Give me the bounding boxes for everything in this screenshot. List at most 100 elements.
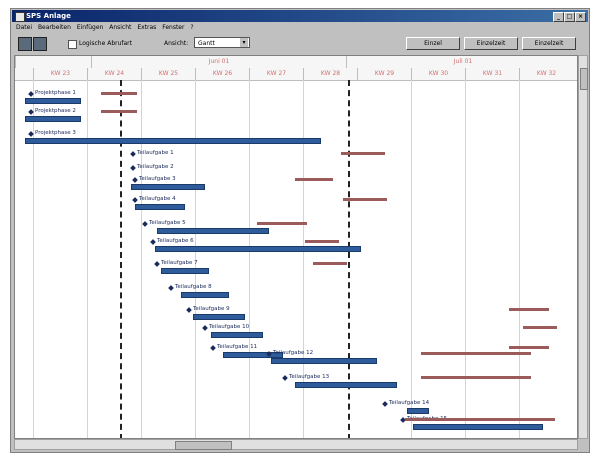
task-actual-bar[interactable]: [523, 326, 557, 329]
vertical-scroll-thumb[interactable]: [580, 68, 588, 90]
week-cell: KW 27: [249, 68, 303, 80]
task-label: Teilaufgabe 4: [139, 196, 176, 202]
task-label: Teilaufgabe 5: [149, 220, 186, 226]
menu-item[interactable]: Bearbeiten: [38, 23, 71, 33]
task-plan-bar[interactable]: [413, 424, 543, 430]
task-actual-bar[interactable]: [343, 198, 387, 201]
task-actual-bar[interactable]: [101, 92, 137, 95]
task-label: Teilaufgabe 3: [139, 176, 176, 182]
task-expand-icon[interactable]: [130, 165, 136, 171]
horizontal-scroll-thumb[interactable]: [175, 441, 232, 450]
task-plan-bar[interactable]: [295, 382, 397, 388]
task-expand-icon[interactable]: [382, 401, 388, 407]
task-expand-icon[interactable]: [142, 221, 148, 227]
task-actual-bar[interactable]: [257, 222, 307, 225]
task-plan-bar[interactable]: [271, 358, 377, 364]
week-gridline: [87, 80, 88, 438]
toolbar-grid-icon[interactable]: [18, 37, 32, 51]
task-plan-bar[interactable]: [131, 184, 205, 190]
week-cell: KW 23: [33, 68, 87, 80]
task-expand-icon[interactable]: [132, 197, 138, 203]
task-plan-bar[interactable]: [407, 408, 429, 414]
week-cell: KW 26: [195, 68, 249, 80]
week-cell: KW 30: [411, 68, 465, 80]
task-label: Teilaufgabe 12: [273, 350, 314, 356]
task-expand-icon[interactable]: [130, 151, 136, 157]
week-cell: KW 28: [303, 68, 357, 80]
task-plan-bar[interactable]: [25, 116, 81, 122]
task-plan-bar[interactable]: [161, 268, 209, 274]
task-actual-bar[interactable]: [101, 110, 137, 113]
task-actual-bar[interactable]: [509, 308, 549, 311]
menu-item[interactable]: Extras: [137, 23, 156, 33]
menu-item[interactable]: Fenster: [162, 23, 184, 33]
view-select-label: Ansicht:: [164, 40, 189, 47]
task-label: Teilaufgabe 14: [389, 400, 430, 406]
timeline-blank-cell: [15, 56, 91, 68]
window-title: SPS Anlage: [26, 12, 71, 20]
task-label: Projektphase 1: [35, 90, 76, 96]
task-expand-icon[interactable]: [202, 325, 208, 331]
task-actual-bar[interactable]: [295, 178, 333, 181]
task-expand-icon[interactable]: [150, 239, 156, 245]
view-select[interactable]: Gantt: [194, 37, 250, 48]
week-cell: KW 29: [357, 68, 411, 80]
week-gridline: [249, 80, 250, 438]
menu-item[interactable]: Einfügen: [77, 23, 103, 33]
view-select-value: Gantt: [198, 40, 215, 47]
logical-order-checkbox[interactable]: [68, 40, 77, 49]
today-marker-line: [120, 80, 122, 438]
task-label: Teilaufgabe 1: [137, 150, 174, 156]
task-plan-bar[interactable]: [155, 246, 361, 252]
task-plan-bar[interactable]: [157, 228, 269, 234]
week-cell: KW 31: [465, 68, 519, 80]
close-icon[interactable]: ×: [575, 12, 586, 22]
task-label: Teilaufgabe 8: [175, 284, 212, 290]
task-label: Teilaufgabe 11: [217, 344, 258, 350]
task-label: Teilaufgabe 13: [289, 374, 330, 380]
toolbar-settings-icon[interactable]: [33, 37, 47, 51]
task-actual-bar[interactable]: [421, 376, 531, 379]
week-cell: KW 32: [519, 68, 573, 80]
toolbar-button-1[interactable]: Einzel: [406, 37, 460, 50]
task-plan-bar[interactable]: [25, 138, 321, 144]
menu-item[interactable]: ?: [190, 23, 193, 33]
week-gridline: [465, 80, 466, 438]
task-expand-icon[interactable]: [210, 345, 216, 351]
task-label: Teilaufgabe 7: [161, 260, 198, 266]
toolbar-button-3[interactable]: Einzelzeit: [522, 37, 576, 50]
task-expand-icon[interactable]: [168, 285, 174, 291]
task-plan-bar[interactable]: [135, 204, 185, 210]
maximize-icon[interactable]: □: [564, 12, 575, 22]
minimize-icon[interactable]: _: [553, 12, 564, 22]
task-expand-icon[interactable]: [132, 177, 138, 183]
title-bar: SPS Anlage _ □ ×: [12, 10, 588, 22]
task-plan-bar[interactable]: [193, 314, 245, 320]
task-expand-icon[interactable]: [282, 375, 288, 381]
task-actual-bar[interactable]: [313, 262, 347, 265]
week-cell: KW 25: [141, 68, 195, 80]
task-actual-bar[interactable]: [421, 352, 531, 355]
task-label: Teilaufgabe 2: [137, 164, 174, 170]
horizontal-scrollbar[interactable]: [14, 439, 578, 450]
task-plan-bar[interactable]: [211, 332, 263, 338]
vertical-scrollbar[interactable]: [578, 55, 588, 439]
task-actual-bar[interactable]: [509, 346, 549, 349]
task-expand-icon[interactable]: [154, 261, 160, 267]
task-actual-bar[interactable]: [405, 418, 555, 421]
task-label: Teilaufgabe 6: [157, 238, 194, 244]
timeline-weeks-row: KW 23 KW 24 KW 25 KW 26 KW 27 KW 28 KW 2…: [15, 68, 577, 81]
week-gridline: [141, 80, 142, 438]
task-label: Projektphase 2: [35, 108, 76, 114]
week-cell: KW 24: [87, 68, 141, 80]
task-expand-icon[interactable]: [186, 307, 192, 313]
month-cell: Juni 01: [91, 56, 346, 68]
toolbar-button-2[interactable]: Einzelzeit: [464, 37, 518, 50]
task-plan-bar[interactable]: [181, 292, 229, 298]
menu-item[interactable]: Datei: [16, 23, 32, 33]
menu-item[interactable]: Ansicht: [109, 23, 131, 33]
gantt-chart[interactable]: Juni 01 Juli 01 KW 23 KW 24 KW 25 KW 26 …: [14, 55, 578, 439]
task-plan-bar[interactable]: [25, 98, 81, 104]
task-actual-bar[interactable]: [305, 240, 339, 243]
task-actual-bar[interactable]: [341, 152, 385, 155]
